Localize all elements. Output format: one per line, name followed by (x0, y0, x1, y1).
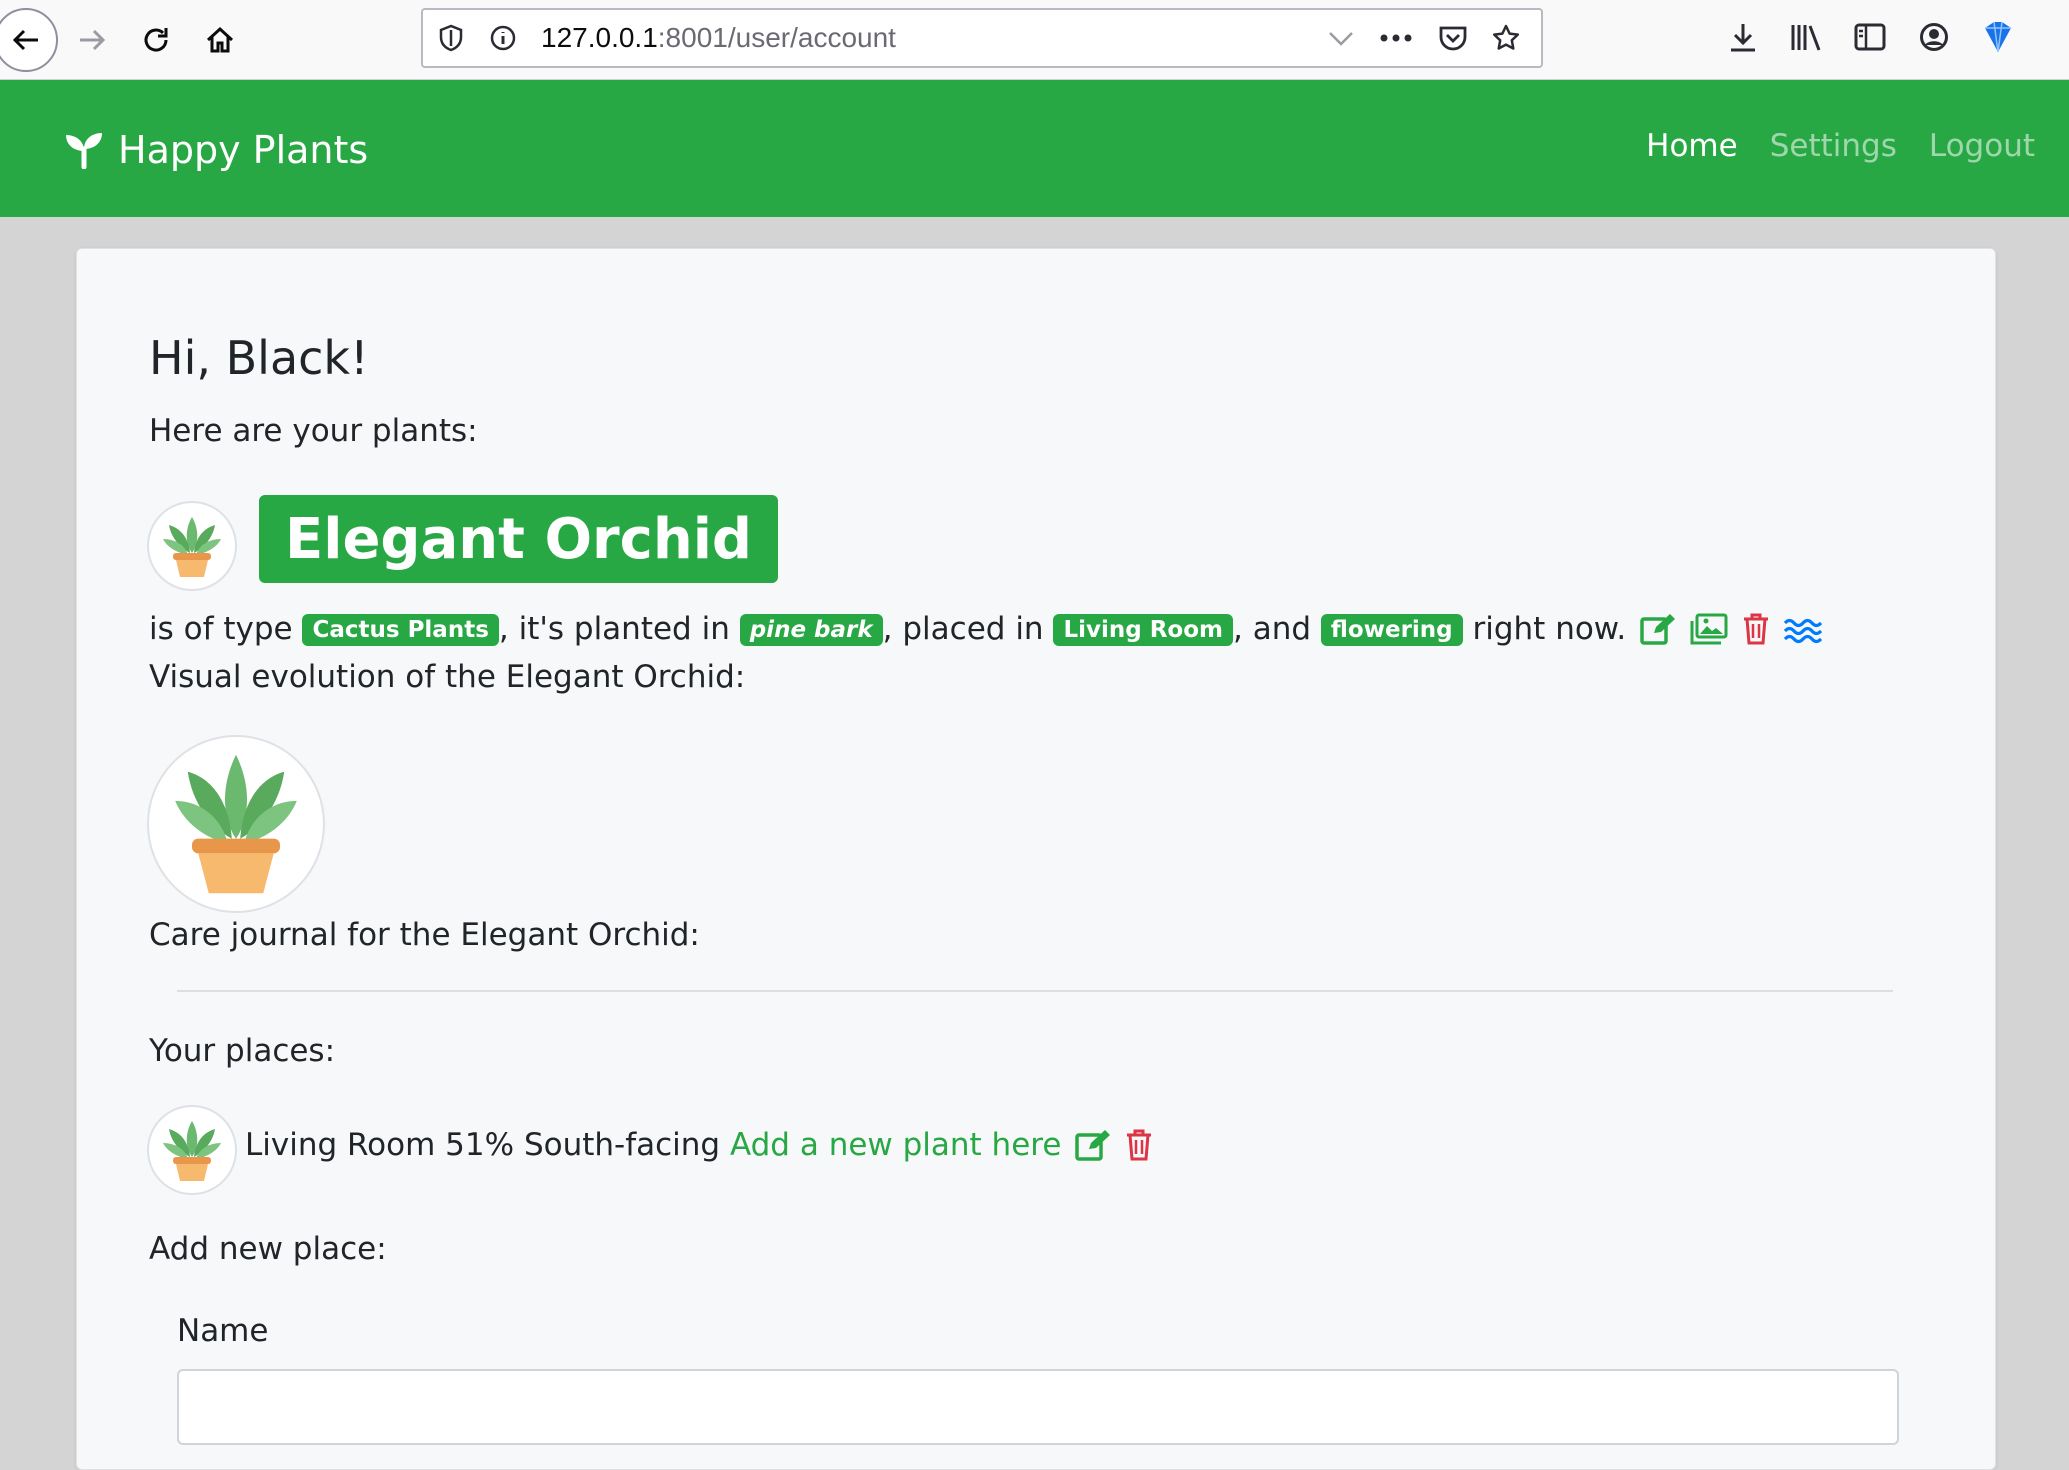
add-plant-link[interactable]: Add a new plant here (730, 1127, 1061, 1163)
edit-icon[interactable] (1640, 613, 1676, 645)
section-divider (177, 990, 1893, 992)
plant-details-text: , and (1232, 611, 1312, 647)
shield-icon[interactable] (433, 20, 469, 56)
places-label: Your places: (149, 1033, 336, 1069)
visual-evolution-label: Visual evolution of the Elegant Orchid: (149, 659, 746, 695)
app-navbar: Happy Plants Home Settings Logout (0, 80, 2069, 217)
browser-toolbar: 127.0.0.1:8001/user/account (0, 0, 2069, 80)
forward-icon (80, 29, 106, 51)
brand-name: Happy Plants (118, 128, 369, 172)
forward-button[interactable] (60, 8, 124, 72)
extension-icon[interactable] (1977, 16, 2019, 58)
care-journal-label: Care journal for the Elegant Orchid: (149, 917, 700, 953)
nav-home[interactable]: Home (1646, 128, 1738, 164)
plant-details-text: right now. (1472, 611, 1627, 647)
place-badge: Living Room (1053, 614, 1233, 646)
trash-icon[interactable] (1742, 613, 1770, 645)
pocket-icon[interactable] (1435, 20, 1471, 56)
url-host: 127.0.0.1 (541, 22, 658, 53)
place-name: Living Room (245, 1127, 436, 1163)
brand-link[interactable]: Happy Plants (64, 124, 368, 176)
plant-details: is of type Cactus Plants, it's planted i… (149, 611, 1822, 647)
trash-icon[interactable] (1125, 1129, 1153, 1161)
plant-pot-icon (163, 1121, 221, 1181)
library-icon[interactable] (1785, 16, 1827, 58)
place-avatar[interactable] (147, 1105, 237, 1195)
place-orientation: South-facing (523, 1127, 721, 1163)
account-card: Hi, Black! Here are your plants: Elegant… (76, 248, 1996, 1470)
plant-evolution-image[interactable] (147, 735, 325, 913)
edit-icon[interactable] (1075, 1129, 1111, 1161)
back-icon (12, 29, 38, 51)
nav-logout[interactable]: Logout (1929, 128, 2035, 164)
soil-badge: pine bark (739, 614, 883, 646)
info-icon[interactable] (485, 20, 521, 56)
images-icon[interactable] (1690, 613, 1728, 645)
plant-details-text: , it's planted in (498, 611, 730, 647)
url-text[interactable]: 127.0.0.1:8001/user/account (541, 22, 896, 54)
plant-pot-icon (163, 517, 221, 577)
place-light: 51% (445, 1127, 515, 1163)
greeting-heading: Hi, Black! (149, 331, 369, 385)
plant-name-heading[interactable]: Elegant Orchid (259, 495, 779, 583)
add-place-label: Add new place: (149, 1231, 387, 1267)
star-icon[interactable] (1488, 20, 1524, 56)
reload-button[interactable] (124, 8, 188, 72)
place-name-input[interactable] (177, 1369, 1899, 1445)
home-icon (206, 26, 234, 53)
nav-links: Home Settings Logout (1646, 128, 2035, 164)
nav-settings[interactable]: Settings (1770, 128, 1897, 164)
chevron-down-icon[interactable] (1323, 20, 1359, 56)
back-button[interactable] (0, 8, 58, 72)
name-field-label: Name (177, 1313, 269, 1349)
state-badge: flowering (1320, 614, 1463, 646)
download-icon[interactable] (1722, 16, 1764, 58)
plant-details-text: is of type (149, 611, 293, 647)
sidebar-icon[interactable] (1849, 16, 1891, 58)
account-icon[interactable] (1913, 16, 1955, 58)
plant-pot-icon (175, 754, 297, 894)
url-path: :8001/user/account (657, 22, 896, 53)
reload-icon (144, 28, 168, 52)
more-icon[interactable] (1378, 20, 1414, 56)
seedling-icon (66, 133, 102, 169)
url-bar[interactable]: 127.0.0.1:8001/user/account (421, 8, 1543, 68)
plants-intro: Here are your plants: (149, 413, 478, 449)
home-button[interactable] (188, 8, 252, 72)
plant-avatar[interactable] (147, 501, 237, 591)
plant-details-text: , placed in (882, 611, 1044, 647)
plant-type-badge: Cactus Plants (302, 614, 499, 646)
place-item: Living Room 51% South-facing Add a new p… (245, 1127, 1153, 1163)
water-icon[interactable] (1783, 617, 1822, 645)
